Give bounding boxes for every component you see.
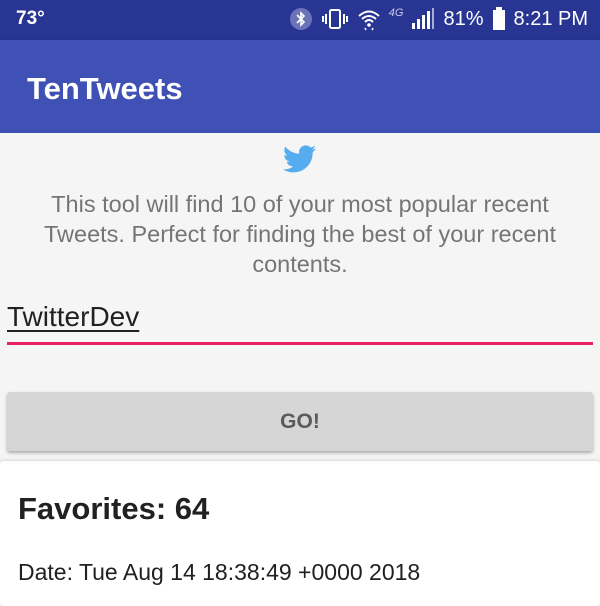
input-underline bbox=[7, 342, 593, 345]
favorites-count: Favorites: 64 bbox=[18, 491, 210, 526]
status-icons: 4G 81% 8:21 PM bbox=[289, 7, 588, 31]
clock: 8:21 PM bbox=[513, 7, 588, 30]
battery-icon bbox=[492, 7, 506, 31]
main-content: This tool will find 10 of your most popu… bbox=[0, 133, 600, 606]
go-button[interactable]: GO! bbox=[7, 392, 593, 451]
twitter-bird-icon bbox=[282, 145, 317, 173]
status-bar: 73° 4G 81% 8:21 PM bbox=[0, 0, 600, 40]
network-type-label: 4G bbox=[388, 7, 404, 19]
temperature-indicator: 73° bbox=[16, 8, 45, 29]
description-text: This tool will find 10 of your most popu… bbox=[43, 191, 557, 277]
result-card[interactable]: Favorites: 64 Date: Tue Aug 14 18:38:49 … bbox=[0, 461, 600, 606]
vibrate-icon bbox=[321, 7, 349, 31]
battery-percent: 81% bbox=[443, 7, 484, 30]
username-input[interactable]: TwitterDev bbox=[7, 301, 593, 345]
app-bar: TenTweets bbox=[0, 40, 600, 133]
tweet-date: Date: Tue Aug 14 18:38:49 +0000 2018 bbox=[18, 559, 421, 585]
app-title: TenTweets bbox=[27, 71, 183, 106]
username-input-value[interactable]: TwitterDev bbox=[7, 301, 139, 332]
wifi-icon bbox=[357, 7, 381, 31]
bluetooth-icon bbox=[289, 7, 313, 31]
signal-icon bbox=[411, 7, 435, 31]
